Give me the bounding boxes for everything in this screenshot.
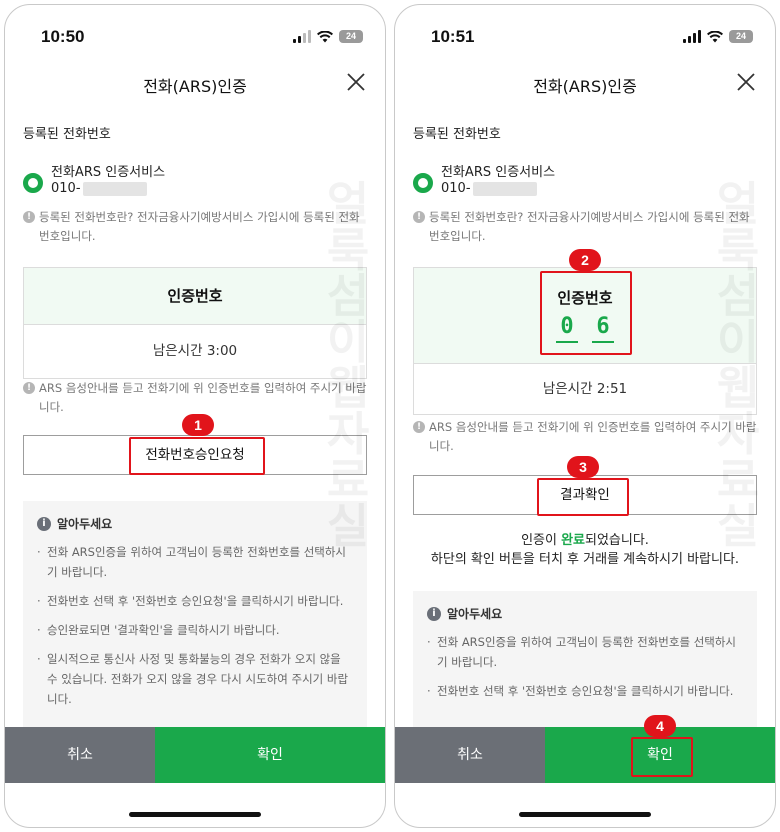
result-check-button[interactable]: 결과확인	[413, 475, 757, 515]
confirm-button[interactable]: 확인	[155, 727, 385, 783]
cancel-button[interactable]: 취소	[5, 727, 155, 783]
ars-note: ! ARS 음성안내를 듣고 전화기에 위 인증번호를 입력하여 주시기 바랍니…	[23, 379, 367, 417]
step-badge-4: 4	[644, 715, 676, 737]
auth-digit: 6	[592, 314, 614, 343]
tip-item: 전화번호 선택 후 '전화번호 승인요청'을 클릭하시기 바랍니다.	[427, 681, 743, 701]
bottom-action-bar: 취소 확인	[395, 727, 775, 783]
auth-digit: 0	[556, 314, 578, 343]
complete-pre: 인증이	[521, 533, 562, 548]
complete-highlight: 완료	[561, 533, 585, 548]
service-name: 전화ARS 인증서비스	[51, 165, 166, 180]
info-icon: !	[413, 421, 425, 433]
page-title: 전화(ARS)인증	[143, 77, 247, 96]
battery-icon: 24	[339, 30, 363, 43]
phone-prefix: 010-	[51, 181, 81, 196]
status-time: 10:50	[41, 27, 85, 46]
step-badge-1: 1	[182, 414, 214, 436]
tip-item: 승인완료되면 '결과확인'을 클릭하시기 바랍니다.	[37, 620, 353, 640]
cancel-button[interactable]: 취소	[395, 727, 545, 783]
info-icon: !	[23, 211, 35, 223]
service-name: 전화ARS 인증서비스	[441, 165, 556, 180]
phone-number: 010-	[441, 181, 537, 196]
registered-phone-label: 등록된 전화번호	[413, 127, 501, 142]
bottom-action-bar: 취소 확인	[5, 727, 385, 783]
complete-instruction: 하단의 확인 버튼을 터치 후 거래를 계속하시기 바랍니다.	[430, 552, 740, 567]
wifi-icon	[317, 30, 333, 42]
remaining-time: 남은시간 3:00	[152, 343, 238, 359]
tips-title: i 알아두세요	[427, 605, 743, 622]
auth-code-digits: 0 6	[414, 314, 756, 343]
phone-note: ! 등록된 전화번호란? 전자금융사기예방서비스 가입시에 등록된 전화번호입니…	[23, 208, 367, 246]
info-icon: i	[37, 516, 51, 531]
masked-number	[82, 181, 147, 196]
auth-title: 인증번호	[24, 268, 366, 325]
auth-title: 인증번호	[557, 289, 613, 307]
tips-title: i 알아두세요	[37, 515, 353, 532]
tip-item: 전화번호 선택 후 '전화번호 승인요청'을 클릭하시기 바랍니다.	[37, 591, 353, 611]
signal-icon	[683, 30, 701, 43]
step-badge-3: 3	[567, 456, 599, 478]
status-bar: 10:51 24	[395, 27, 775, 53]
tips-title-text: 알아두세요	[447, 607, 503, 621]
phone-note-text: 등록된 전화번호란? 전자금융사기예방서비스 가입시에 등록된 전화번호입니다.	[39, 210, 360, 243]
tips-box: i 알아두세요 전화 ARS인증을 위하여 고객님이 등록한 전화번호를 선택하시…	[413, 591, 757, 727]
tip-item: 전화 ARS인증을 위하여 고객님이 등록한 전화번호를 선택하시기 바랍니다.	[427, 632, 743, 672]
tip-item: 전화 ARS인증을 위하여 고객님이 등록한 전화번호를 선택하시기 바랍니다.	[37, 542, 353, 582]
radio-selected-icon[interactable]	[413, 173, 433, 193]
complete-post: 되었습니다.	[585, 533, 649, 548]
status-time: 10:51	[431, 27, 475, 46]
home-indicator	[519, 812, 651, 817]
radio-selected-icon[interactable]	[23, 173, 43, 193]
phone-approval-request-button[interactable]: 전화번호승인요청	[23, 435, 367, 475]
ars-note: ! ARS 음성안내를 듣고 전화기에 위 인증번호를 입력하여 주시기 바랍니…	[413, 418, 757, 456]
signal-icon	[293, 30, 311, 43]
close-icon[interactable]	[735, 71, 757, 93]
step-badge-2: 2	[569, 249, 601, 271]
tips-title-text: 알아두세요	[57, 517, 113, 531]
status-bar: 10:50 24	[5, 27, 385, 53]
phone-screen-left: 10:50 24 전화(ARS)인증 등록된 전화번호 전화ARS 인증서비스 …	[4, 4, 386, 828]
info-icon: i	[427, 606, 441, 621]
remaining-time: 남은시간 2:51	[542, 381, 628, 397]
info-icon: !	[413, 211, 425, 223]
tips-box: i 알아두세요 전화 ARS인증을 위하여 고객님이 등록한 전화번호를 선택하시…	[23, 501, 367, 727]
auth-code-area: 인증번호 0 6	[414, 268, 756, 364]
masked-number	[472, 181, 537, 196]
auth-box: 인증번호 0 6 남은시간 2:51	[413, 267, 757, 415]
registered-phone-label: 등록된 전화번호	[23, 127, 111, 142]
battery-icon: 24	[729, 30, 753, 43]
page-title: 전화(ARS)인증	[533, 77, 637, 96]
ars-note-text: ARS 음성안내를 듣고 전화기에 위 인증번호를 입력하여 주시기 바랍니다.	[39, 381, 367, 414]
close-icon[interactable]	[345, 71, 367, 93]
phone-prefix: 010-	[441, 181, 471, 196]
ars-note-text: ARS 음성안내를 듣고 전화기에 위 인증번호를 입력하여 주시기 바랍니다.	[429, 420, 757, 453]
phone-note: ! 등록된 전화번호란? 전자금융사기예방서비스 가입시에 등록된 전화번호입니…	[413, 208, 757, 246]
phone-note-text: 등록된 전화번호란? 전자금융사기예방서비스 가입시에 등록된 전화번호입니다.	[429, 210, 750, 243]
info-icon: !	[23, 382, 35, 394]
phone-screen-right: 10:51 24 전화(ARS)인증 등록된 전화번호 전화ARS 인증서비스 …	[394, 4, 776, 828]
completion-message: 인증이 완료되었습니다. 하단의 확인 버튼을 터치 후 거래를 계속하시기 바…	[395, 531, 775, 569]
wifi-icon	[707, 30, 723, 42]
auth-box: 인증번호 남은시간 3:00	[23, 267, 367, 379]
tip-item: 일시적으로 통신사 사정 및 통화불능의 경우 전화가 오지 않을 수 있습니다…	[37, 649, 353, 709]
phone-number: 010-	[51, 181, 147, 196]
home-indicator	[129, 812, 261, 817]
